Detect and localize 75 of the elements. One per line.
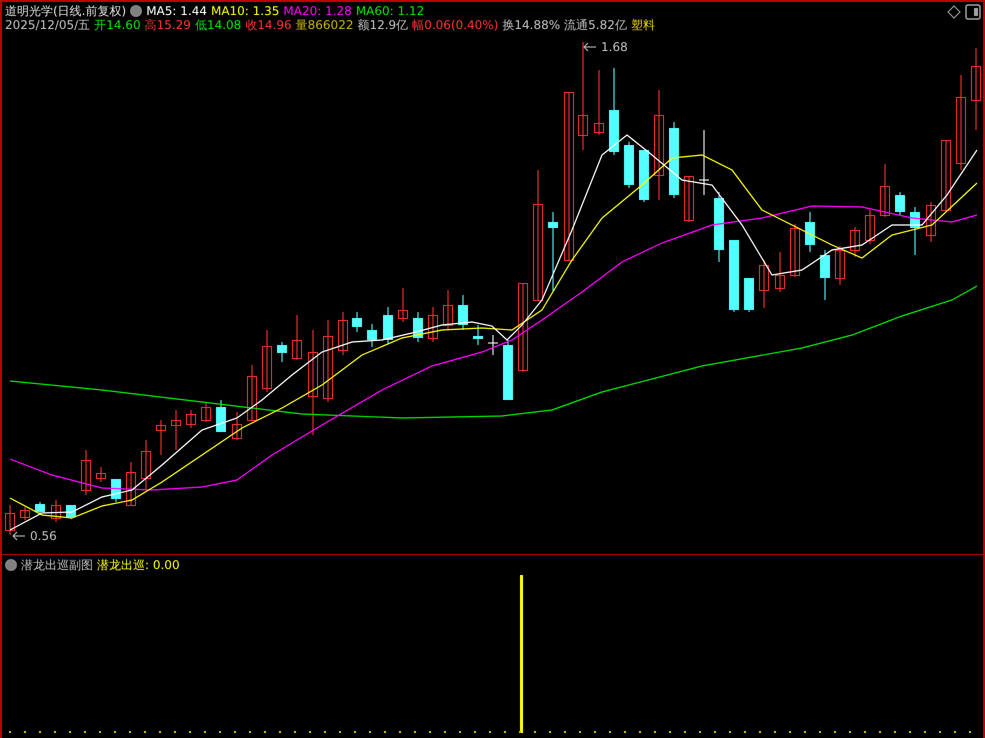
panel-title: 潜龙出巡副图 xyxy=(21,558,93,572)
candlestick xyxy=(352,312,362,332)
candlestick xyxy=(594,70,604,136)
arrow-icon xyxy=(583,42,597,52)
indicator-value: 潜龙出巡: 0.00 xyxy=(97,558,180,572)
candlestick xyxy=(126,462,136,506)
quote-value: 收14.96 xyxy=(245,18,292,32)
candlestick xyxy=(910,206,920,256)
candlestick xyxy=(820,250,830,300)
doji-candlestick xyxy=(488,334,498,356)
dropdown-icon[interactable] xyxy=(5,559,17,571)
candlestick xyxy=(790,224,800,278)
indicator-value: MA20: 1.28 xyxy=(283,4,352,18)
quote-value: 开14.60 xyxy=(94,18,141,32)
candlestick xyxy=(51,500,61,522)
candlestick xyxy=(624,142,634,188)
candlestick xyxy=(186,410,196,428)
arrow-icon xyxy=(12,531,26,541)
candlestick xyxy=(262,330,272,392)
diamond-icon[interactable] xyxy=(947,5,961,19)
candlestick xyxy=(684,176,694,222)
price-label: 0.56 xyxy=(30,529,57,543)
candlestick xyxy=(759,260,769,308)
candlestick xyxy=(473,324,483,346)
candlestick xyxy=(398,288,408,322)
candlestick xyxy=(141,440,151,490)
candlestick xyxy=(443,290,453,330)
stock-title: 道明光学(日线.前复权) xyxy=(5,4,126,18)
dropdown-icon[interactable] xyxy=(130,5,142,17)
quote-value: 量866022 xyxy=(296,18,354,32)
candlestick xyxy=(714,192,724,262)
quote-value: 换14.88% xyxy=(502,18,560,32)
candlestick xyxy=(367,324,377,348)
candlestick xyxy=(865,210,875,244)
quote-value: 塑料 xyxy=(630,18,655,32)
candlestick xyxy=(247,364,257,421)
candlestick xyxy=(850,226,860,258)
candlestick xyxy=(835,246,845,286)
candlestick xyxy=(458,294,468,330)
window-icon[interactable] xyxy=(965,4,981,20)
candlestick xyxy=(338,312,348,356)
candlestick xyxy=(775,252,785,292)
candlestick xyxy=(171,410,181,450)
indicator-value: MA60: 1.12 xyxy=(356,4,424,18)
candlestick xyxy=(880,164,890,218)
candlestick xyxy=(292,314,302,360)
quote-value: 低14.08 xyxy=(194,18,242,32)
candlestick xyxy=(639,150,649,202)
candlestick xyxy=(428,306,438,342)
quote-value: 高15.29 xyxy=(144,18,191,32)
candlestick xyxy=(277,342,287,362)
candlestick xyxy=(383,306,393,344)
candlestick xyxy=(895,192,905,216)
candlestick xyxy=(805,212,815,252)
candlestick xyxy=(20,506,30,520)
candlestick xyxy=(216,400,226,432)
candlestick xyxy=(156,420,166,456)
candlestick xyxy=(503,340,513,400)
candlestick xyxy=(232,412,242,440)
date-label: 2025/12/05/五 xyxy=(5,18,90,32)
doji-candlestick xyxy=(698,130,710,196)
candlestick xyxy=(926,202,936,242)
candlestick xyxy=(35,502,45,514)
candlestick xyxy=(96,466,106,482)
candlestick xyxy=(413,312,423,342)
candlestick xyxy=(81,450,91,496)
price-label: 1.68 xyxy=(601,40,628,54)
quote-value: 流通5.82亿 xyxy=(564,18,627,32)
indicator-value: MA10: 1.35 xyxy=(210,4,280,18)
candlestick xyxy=(201,402,211,422)
candlestick xyxy=(744,278,754,312)
candlestick xyxy=(5,504,15,536)
indicator-value: MA5: 1.44 xyxy=(146,4,207,18)
quote-value: 额12.9亿 xyxy=(357,18,408,32)
quote-value: 幅0.06(0.40%) xyxy=(412,18,498,32)
